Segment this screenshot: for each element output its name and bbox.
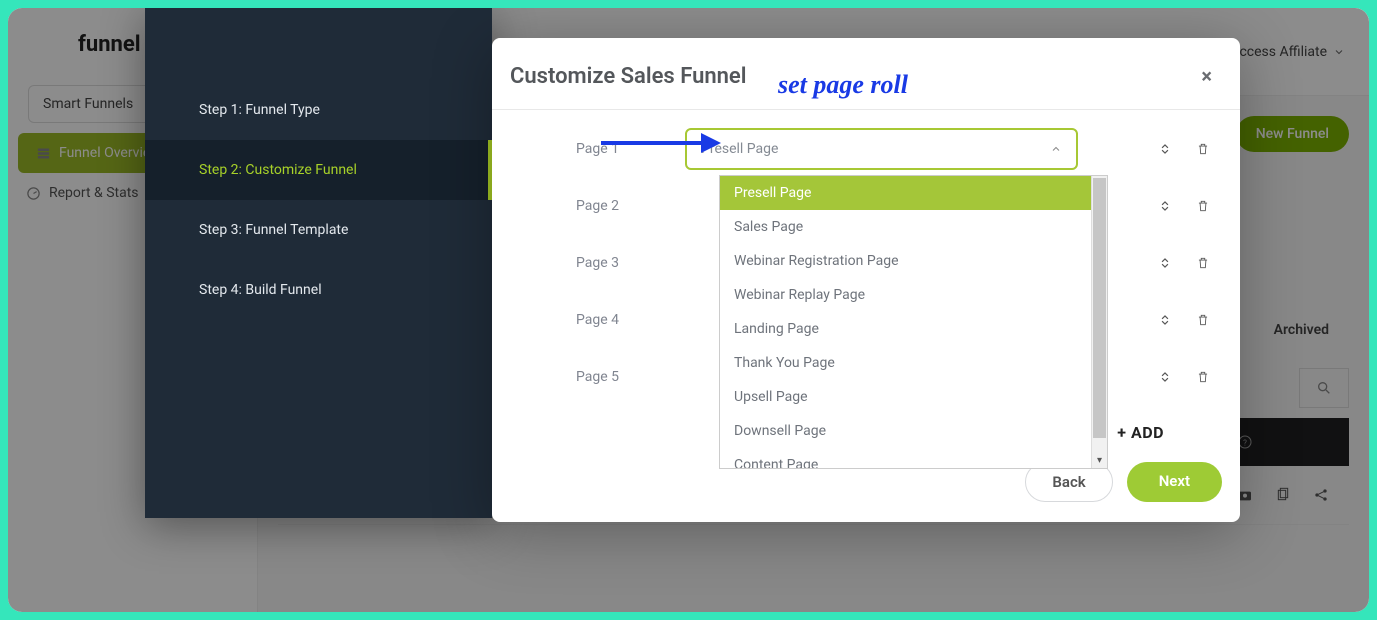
sort-icon[interactable] [1158, 199, 1172, 213]
dropdown-option[interactable]: Webinar Replay Page [720, 278, 1107, 312]
modal-title: Customize Sales Funnel [510, 64, 746, 89]
trash-icon[interactable] [1196, 142, 1210, 156]
sort-icon[interactable] [1158, 370, 1172, 384]
trash-icon[interactable] [1196, 370, 1210, 384]
trash-icon[interactable] [1196, 313, 1210, 327]
dropdown-option[interactable]: Upsell Page [720, 380, 1107, 414]
scrollbar-thumb[interactable] [1093, 178, 1106, 438]
dropdown-option[interactable]: Content Page [720, 448, 1107, 469]
sort-icon[interactable] [1158, 142, 1172, 156]
annotation-arrow-icon [596, 128, 726, 158]
page-1-select[interactable]: Presell Page [685, 128, 1078, 170]
close-icon[interactable]: × [1201, 64, 1212, 88]
dropdown-option[interactable]: Webinar Registration Page [720, 244, 1107, 278]
page-4-label: Page 4 [510, 312, 685, 328]
step-funnel-type[interactable]: Step 1: Funnel Type [145, 80, 492, 140]
scrollbar-track[interactable]: ▾ [1091, 176, 1107, 468]
trash-icon[interactable] [1196, 199, 1210, 213]
page-2-label: Page 2 [510, 198, 685, 214]
wizard-steps-panel: Step 1: Funnel Type Step 2: Customize Fu… [145, 8, 492, 518]
dropdown-option[interactable]: Sales Page [720, 210, 1107, 244]
sort-icon[interactable] [1158, 256, 1172, 270]
step-build-funnel[interactable]: Step 4: Build Funnel [145, 260, 492, 320]
dropdown-option[interactable]: Downsell Page [720, 414, 1107, 448]
step-customize-funnel[interactable]: Step 2: Customize Funnel [145, 140, 492, 200]
sort-icon[interactable] [1158, 313, 1172, 327]
chevron-up-icon [1050, 143, 1062, 155]
next-button[interactable]: Next [1127, 462, 1222, 502]
page-type-dropdown[interactable]: Presell Page Sales Page Webinar Registra… [719, 175, 1108, 469]
step-funnel-template[interactable]: Step 3: Funnel Template [145, 200, 492, 260]
scroll-down-icon[interactable]: ▾ [1092, 452, 1107, 468]
dropdown-option[interactable]: Landing Page [720, 312, 1107, 346]
page-5-label: Page 5 [510, 369, 685, 385]
trash-icon[interactable] [1196, 256, 1210, 270]
page-3-label: Page 3 [510, 255, 685, 271]
annotation-text: set page roll [778, 70, 908, 100]
dropdown-option[interactable]: Presell Page [720, 176, 1107, 210]
dropdown-option[interactable]: Thank You Page [720, 346, 1107, 380]
